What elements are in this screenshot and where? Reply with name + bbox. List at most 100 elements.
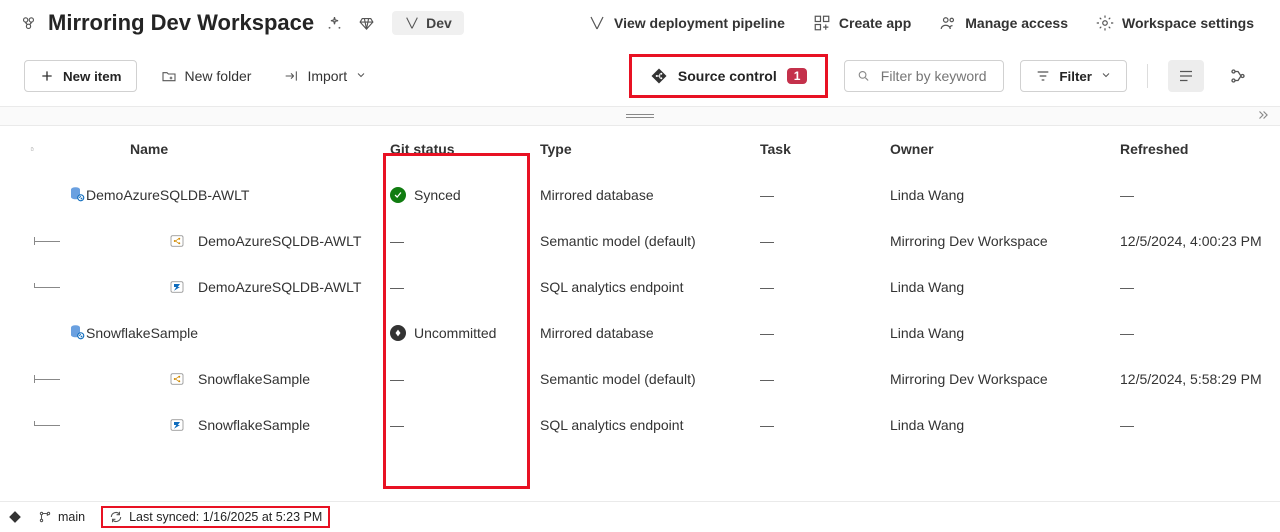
row-type: Mirrored database xyxy=(534,183,754,207)
expand-chevron-icon[interactable] xyxy=(1256,108,1270,125)
table-row[interactable]: DemoAzureSQLDB-AWLT — SQL analytics endp… xyxy=(24,264,1256,310)
git-status-label: Uncommitted xyxy=(414,325,496,341)
row-git-status: Synced xyxy=(384,183,534,207)
synced-icon xyxy=(390,187,406,203)
tree-connector xyxy=(24,237,124,245)
row-name: SnowflakeSample xyxy=(198,417,310,433)
row-owner: Linda Wang xyxy=(884,183,1114,207)
diamond-icon[interactable] xyxy=(354,11,378,35)
row-owner: Mirroring Dev Workspace xyxy=(884,367,1114,391)
row-refreshed: — xyxy=(1114,275,1280,299)
sparkle-icon[interactable] xyxy=(322,11,346,35)
workspace-title: Mirroring Dev Workspace xyxy=(48,10,314,36)
row-git-status: — xyxy=(384,275,534,299)
status-bar: main Last synced: 1/16/2025 at 5:23 PM xyxy=(0,501,1280,532)
row-type: Mirrored database xyxy=(534,321,754,345)
branch-indicator[interactable]: main xyxy=(38,510,85,524)
workspace-settings-label: Workspace settings xyxy=(1122,15,1254,31)
table-row[interactable]: DemoAzureSQLDB-AWLT Synced Mirrored data… xyxy=(24,172,1256,218)
branch-name: main xyxy=(58,510,85,524)
sql-endpoint-icon xyxy=(168,278,186,296)
column-icon xyxy=(24,139,40,159)
new-item-label: New item xyxy=(63,69,122,84)
header-bar: Mirroring Dev Workspace Dev View deploym… xyxy=(0,0,1280,46)
table-row[interactable]: SnowflakeSample — Semantic model (defaul… xyxy=(24,356,1256,402)
row-owner: Linda Wang xyxy=(884,413,1114,437)
table-row[interactable]: SnowflakeSample — SQL analytics endpoint… xyxy=(24,402,1256,448)
new-folder-button[interactable]: New folder xyxy=(153,62,260,90)
column-git-status[interactable]: Git status xyxy=(384,137,534,161)
column-type[interactable]: Type xyxy=(534,137,754,161)
row-task: — xyxy=(754,413,884,437)
row-type: Semantic model (default) xyxy=(534,229,754,253)
search-icon xyxy=(857,68,870,84)
filter-button[interactable]: Filter xyxy=(1020,60,1127,92)
row-name-cell: DemoAzureSQLDB-AWLT xyxy=(124,228,384,254)
row-git-status: — xyxy=(384,367,534,391)
toolbar: New item New folder Import Source contro… xyxy=(0,46,1280,106)
row-task: — xyxy=(754,275,884,299)
column-task[interactable]: Task xyxy=(754,137,884,161)
view-pipeline-link[interactable]: View deployment pipeline xyxy=(578,10,795,36)
git-provider-icon[interactable] xyxy=(8,510,22,524)
row-task: — xyxy=(754,367,884,391)
source-control-badge: 1 xyxy=(787,68,808,84)
sync-icon[interactable] xyxy=(109,510,123,524)
table-row[interactable]: DemoAzureSQLDB-AWLT — Semantic model (de… xyxy=(24,218,1256,264)
grip-icon xyxy=(626,113,654,119)
semantic-model-icon xyxy=(168,232,186,250)
new-folder-label: New folder xyxy=(185,68,252,84)
semantic-model-icon xyxy=(168,370,186,388)
row-owner: Linda Wang xyxy=(884,275,1114,299)
column-refreshed[interactable]: Refreshed xyxy=(1114,137,1280,161)
row-refreshed: — xyxy=(1114,413,1280,437)
create-app-link[interactable]: Create app xyxy=(803,10,921,36)
chevron-down-icon xyxy=(1100,69,1112,84)
import-label: Import xyxy=(307,68,347,84)
import-button[interactable]: Import xyxy=(275,62,375,90)
row-refreshed: — xyxy=(1114,321,1280,345)
row-task: — xyxy=(754,183,884,207)
row-task: — xyxy=(754,321,884,345)
filter-search[interactable] xyxy=(844,60,1004,92)
filter-input[interactable] xyxy=(879,67,992,85)
row-refreshed: — xyxy=(1114,183,1280,207)
source-control-label: Source control xyxy=(678,68,777,84)
env-pill-label: Dev xyxy=(426,15,452,31)
items-table: Name Git status Type Task Owner Refreshe… xyxy=(0,126,1280,448)
source-control-button[interactable]: Source control 1 xyxy=(636,61,821,91)
sql-endpoint-icon xyxy=(168,416,186,434)
row-type: Semantic model (default) xyxy=(534,367,754,391)
env-pill[interactable]: Dev xyxy=(392,11,464,35)
table-header: Name Git status Type Task Owner Refreshe… xyxy=(24,126,1256,172)
row-name: SnowflakeSample xyxy=(198,371,310,387)
tree-connector xyxy=(24,375,124,383)
view-pipeline-label: View deployment pipeline xyxy=(614,15,785,31)
table-row[interactable]: SnowflakeSample Uncommitted Mirrored dat… xyxy=(24,310,1256,356)
row-type: SQL analytics endpoint xyxy=(534,275,754,299)
new-item-button[interactable]: New item xyxy=(24,60,137,92)
workspace-settings-link[interactable]: Workspace settings xyxy=(1086,10,1264,36)
row-git-status: — xyxy=(384,229,534,253)
column-owner[interactable]: Owner xyxy=(884,137,1114,161)
row-name-cell: SnowflakeSample xyxy=(124,412,384,438)
row-refreshed: 12/5/2024, 4:00:23 PM xyxy=(1114,229,1280,253)
manage-access-link[interactable]: Manage access xyxy=(929,10,1078,36)
last-synced-label: Last synced: 1/16/2025 at 5:23 PM xyxy=(129,510,322,524)
row-owner: Linda Wang xyxy=(884,321,1114,345)
uncommitted-icon xyxy=(390,325,406,341)
panel-resizer[interactable] xyxy=(0,106,1280,126)
create-app-label: Create app xyxy=(839,15,911,31)
source-control-highlight: Source control 1 xyxy=(629,54,828,98)
row-name: DemoAzureSQLDB-AWLT xyxy=(80,183,384,207)
manage-access-label: Manage access xyxy=(965,15,1068,31)
row-git-status: — xyxy=(384,413,534,437)
column-name[interactable]: Name xyxy=(124,137,384,161)
list-view-toggle[interactable] xyxy=(1168,60,1204,92)
last-synced-highlight: Last synced: 1/16/2025 at 5:23 PM xyxy=(101,506,330,528)
tree-connector xyxy=(24,421,124,429)
row-name-cell: SnowflakeSample xyxy=(124,366,384,392)
separator xyxy=(1147,64,1148,88)
row-git-status: Uncommitted xyxy=(384,321,534,345)
lineage-view-toggle[interactable] xyxy=(1220,60,1256,92)
